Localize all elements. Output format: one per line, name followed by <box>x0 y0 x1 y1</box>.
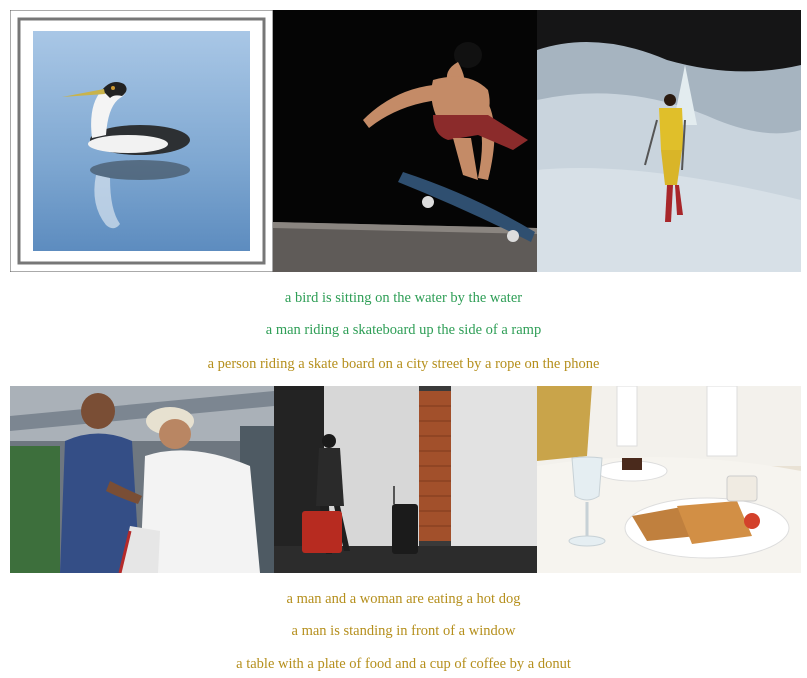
photo-dining-table-food <box>537 386 801 573</box>
photo-grebe-on-water <box>10 10 273 272</box>
caption-bird-on-water: a bird is sitting on the water by the wa… <box>284 290 523 306</box>
caption-skateboard-ramp: a man riding a skateboard up the side of… <box>265 322 542 338</box>
caption-man-in-front-of-window: a man is standing in front of a window <box>291 623 516 639</box>
photo-market-couple <box>10 386 274 573</box>
photo-man-by-door <box>274 386 537 573</box>
photo-skier-snow-slope <box>537 10 801 272</box>
caption-man-woman-hot-dog: a man and a woman are eating a hot dog <box>286 591 521 607</box>
caption-table-plate-food-coffee: a table with a plate of food and a cup o… <box>236 656 571 672</box>
photo-skateboarder-jump <box>273 10 537 272</box>
caption-skate-board-city-street: a person riding a skate board on a city … <box>207 356 600 372</box>
